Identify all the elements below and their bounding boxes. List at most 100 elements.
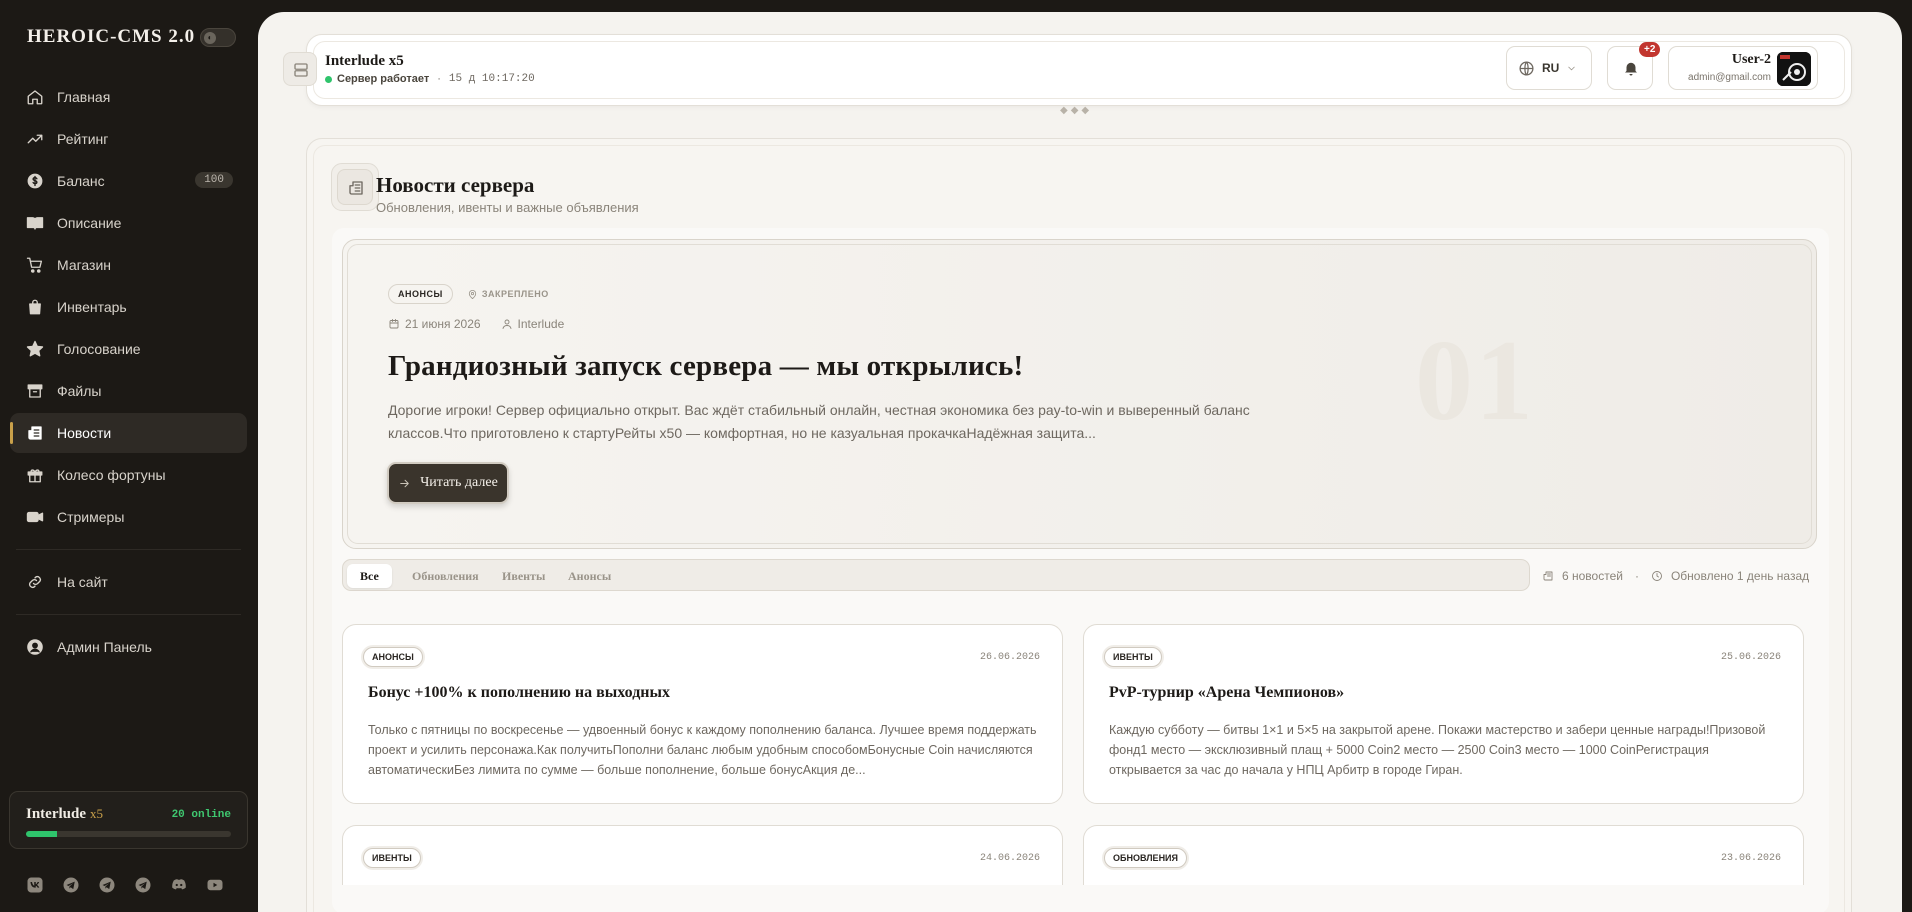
tab-announcements[interactable]: Анонсы (555, 564, 624, 588)
sidebar-item-label: Рейтинг (57, 131, 109, 147)
featured-date-text: 21 июня 2026 (405, 317, 481, 331)
server-card-rate: x5 (90, 806, 103, 821)
youtube-icon[interactable] (206, 876, 224, 894)
stats-separator: · (1634, 569, 1639, 583)
news-card[interactable]: ИВЕНТЫ 24.06.2026 (342, 825, 1063, 885)
sidebar-nav: Главная Рейтинг Баланс 100 Описание Мага… (10, 77, 247, 669)
language-selector[interactable]: RU (1506, 46, 1592, 90)
sidebar-item-label: Голосование (57, 341, 141, 357)
sidebar-item-label: Новости (57, 425, 112, 441)
card-excerpt: Только с пятницы по воскресенье — удвоен… (368, 723, 1037, 777)
category-tag: АНОНСЫ (388, 284, 453, 304)
page-title: Новости сервера (376, 173, 535, 197)
theme-toggle[interactable]: ◐ (200, 28, 236, 47)
sidebar-item-rating[interactable]: Рейтинг (10, 119, 247, 159)
read-more-button[interactable]: Читать далее (387, 462, 509, 504)
tab-events[interactable]: Ивенты (489, 564, 558, 588)
sidebar-item-fortune-wheel[interactable]: Колесо фортуны (10, 455, 247, 495)
server-rack-icon (294, 63, 308, 77)
balance-badge: 100 (195, 172, 233, 188)
newspaper-small-icon (1543, 571, 1553, 581)
link-icon (29, 576, 41, 588)
bell-icon (1625, 62, 1637, 76)
card-tag: ОБНОВЛЕНИЯ (1104, 848, 1187, 868)
arrow-right-icon (400, 479, 409, 487)
sidebar-item-shop[interactable]: Магазин (10, 245, 247, 285)
sidebar-item-home[interactable]: Главная (10, 77, 247, 117)
sidebar-item-balance[interactable]: Баланс 100 (10, 161, 247, 201)
notifications-badge: +2 (1639, 42, 1661, 57)
telegram-icon[interactable] (98, 876, 116, 894)
nav-divider (16, 549, 241, 550)
read-more-label: Читать далее (420, 475, 498, 490)
featured-news-inner (347, 244, 1812, 544)
server-icon (283, 52, 317, 86)
news-header-icon-frame (337, 169, 373, 205)
sidebar-item-inventory[interactable]: Инвентарь (10, 287, 247, 327)
tab-updates[interactable]: Обновления (399, 564, 492, 588)
sidebar-item-site[interactable]: На сайт (10, 562, 247, 602)
featured-title[interactable]: Грандиозный запуск сервера — мы открылис… (388, 350, 1023, 383)
news-updated: Обновлено 1 день назад (1670, 569, 1810, 583)
discord-icon[interactable] (170, 876, 188, 894)
gift-icon (27, 469, 43, 483)
news-panel: Новости сервера Обновления, ивенты и важ… (306, 138, 1852, 912)
sidebar-item-label: Файлы (57, 383, 102, 399)
server-card-name: Interlude x5 (26, 806, 103, 822)
sidebar-item-admin[interactable]: Админ Панель (10, 627, 247, 667)
user-name: User-2 (1731, 52, 1771, 67)
archive-icon (27, 384, 43, 398)
featured-excerpt: Дорогие игроки! Сервер официально открыт… (388, 402, 1250, 441)
telegram-icon[interactable] (62, 876, 80, 894)
notifications-button[interactable]: +2 (1607, 42, 1661, 90)
vk-icon[interactable] (26, 876, 44, 894)
news-filter-tabs: Все Обновления Ивенты Анонсы (342, 559, 1530, 591)
user-icon (502, 319, 511, 329)
bag-icon (29, 299, 41, 315)
nav-divider (16, 614, 241, 615)
globe-icon (1519, 60, 1534, 76)
sidebar-item-description[interactable]: Описание (10, 203, 247, 243)
sidebar-item-label: Описание (57, 215, 122, 231)
chevron-down-icon (1568, 66, 1576, 70)
sidebar-item-files[interactable]: Файлы (10, 371, 247, 411)
pin-icon (468, 289, 476, 299)
featured-tags: АНОНСЫ ЗАКРЕПЛЕНО (388, 284, 549, 304)
featured-meta: 21 июня 2026 Interlude (388, 317, 564, 331)
cart-icon (26, 257, 43, 273)
news-card[interactable]: АНОНСЫ 26.06.2026 Бонус +100% к пополнен… (342, 624, 1063, 804)
page-subtitle: Обновления, ивенты и важные объявления (376, 200, 639, 215)
telegram-icon[interactable] (134, 876, 152, 894)
card-date: 23.06.2026 (1720, 853, 1781, 864)
card-title[interactable]: Бонус +100% к пополнению на выходных (368, 684, 670, 702)
brand-logo: HEROIC-CMS 2.0 (27, 26, 196, 47)
sidebar-item-label: Админ Панель (57, 639, 152, 655)
sidebar-item-streamers[interactable]: Стримеры (10, 497, 247, 537)
featured-news-card[interactable]: 01 АНОНСЫ ЗАКРЕПЛЕНО 21 июня 2026 Interl… (342, 239, 1817, 549)
avatar (1777, 52, 1811, 86)
social-links (26, 876, 224, 894)
news-card[interactable]: ОБНОВЛЕНИЯ 23.06.2026 (1083, 825, 1804, 885)
sidebar-item-label: Магазин (57, 257, 112, 273)
card-tag: АНОНСЫ (363, 647, 423, 667)
featured-number: 01 (1415, 317, 1535, 445)
news-card[interactable]: ИВЕНТЫ 25.06.2026 PvP-турнир «Арена Чемп… (1083, 624, 1804, 804)
video-icon (26, 511, 44, 523)
card-tag: ИВЕНТЫ (363, 848, 421, 868)
online-progress-bar (26, 831, 231, 837)
sidebar-item-label: Главная (57, 89, 111, 105)
server-title: Interlude x5 (325, 53, 404, 69)
main-content: Interlude x5 Сервер работает · 15 д 10:1… (258, 12, 1902, 912)
sidebar-item-label: Колесо фортуны (57, 467, 166, 483)
card-title[interactable]: PvP-турнир «Арена Чемпионов» (1109, 684, 1344, 702)
tab-all[interactable]: Все (347, 564, 392, 588)
star-icon (26, 340, 44, 357)
sidebar-item-news[interactable]: Новости (10, 413, 247, 453)
user-menu[interactable]: User-2 admin@gmail.com (1668, 46, 1818, 90)
toggle-knob-icon: ◐ (204, 32, 216, 44)
sidebar-item-voting[interactable]: Голосование (10, 329, 247, 369)
server-uptime: 15 д 10:17:20 (448, 73, 535, 85)
home-icon (27, 90, 43, 105)
server-online-card: Interlude x5 20 online (9, 791, 248, 849)
card-date: 25.06.2026 (1720, 652, 1781, 663)
